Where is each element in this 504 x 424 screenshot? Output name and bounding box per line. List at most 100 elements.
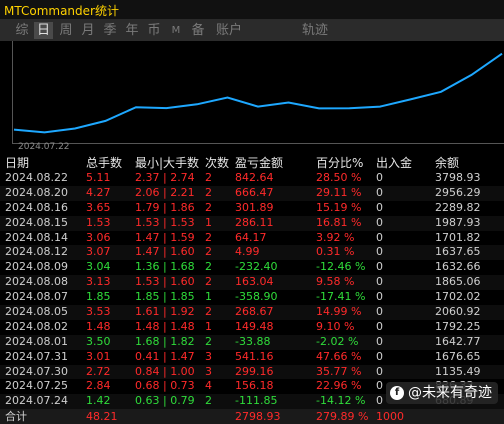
header-deposit-withdraw[interactable]: 出入金	[376, 155, 412, 171]
cell-pnl: 666.47	[235, 185, 274, 199]
tab-summary[interactable]: 综	[13, 22, 31, 39]
cell-min-max-lots: 1.47 | 1.60	[135, 245, 195, 259]
cell-deposit-withdraw: 0	[376, 185, 383, 199]
cell-total-lots: 1.48	[86, 319, 111, 333]
tab-magic[interactable]: M	[168, 22, 184, 39]
cell-date: 2024.08.09	[5, 260, 68, 274]
cell-pnl: 299.16	[235, 364, 274, 378]
cell-pnl: 163.04	[235, 275, 274, 289]
chart-x-label: 2024.07.22	[18, 142, 70, 152]
cell-count: 2	[205, 275, 212, 289]
cell-percent: 15.19 %	[316, 200, 362, 214]
table-row[interactable]: 2024.08.09 3.04 1.36 | 1.68 2 -232.40 -12.46 …	[0, 260, 504, 276]
table-row[interactable]: 2024.08.20 4.27 2.06 | 2.21 2 666.47 29.11 % 0…	[0, 185, 504, 201]
balance-series-line	[13, 52, 503, 134]
cell-total-lots: 2.72	[86, 364, 111, 378]
cell-percent: 22.96 %	[316, 379, 362, 393]
tab-note[interactable]: 备	[189, 22, 207, 39]
cell-percent: 14.99 %	[316, 305, 362, 319]
cell-pnl: -358.90	[235, 290, 278, 304]
table-row[interactable]: 2024.08.22 5.11 2.37 | 2.74 2 842.64 28.50 % 0…	[0, 171, 504, 186]
cell-percent: 16.81 %	[316, 215, 362, 229]
tab-day[interactable]: 日	[34, 22, 53, 39]
cell-count: 1	[205, 319, 212, 333]
cell-percent: 9.10 %	[316, 319, 355, 333]
chart-plot	[13, 52, 503, 134]
cell-date: 2024.07.25	[5, 379, 68, 393]
cell-date: 2024.08.14	[5, 230, 68, 244]
table-row[interactable]: 2024.08.16 3.65 1.79 | 1.86 2 301.89 15.19 % 0…	[0, 200, 504, 216]
tab-trajectory[interactable]: 轨迹	[300, 22, 330, 39]
cell-pnl: 64.17	[235, 230, 267, 244]
cell-min-max-lots: 0.68 | 0.73	[135, 379, 195, 393]
cell-date: 2024.08.16	[5, 200, 68, 214]
cell-count: 2	[205, 200, 212, 214]
cell-total-lots: 2.84	[86, 379, 111, 393]
table-row[interactable]: 2024.08.15 1.53 1.53 | 1.53 1 286.11 16.81 % 0…	[0, 215, 504, 231]
tab-currency[interactable]: 币	[145, 22, 163, 39]
cell-deposit-withdraw: 0	[376, 349, 383, 363]
cell-deposit-withdraw: 0	[376, 245, 383, 259]
cell-min-max-lots: 1.68 | 1.82	[135, 334, 195, 348]
title-bar: MTCommander统计	[0, 0, 504, 20]
cell-percent: 0.31 %	[316, 245, 355, 259]
cell-pnl: 286.11	[235, 215, 274, 229]
table-row[interactable]: 2024.07.30 2.72 0.84 | 1.00 3 299.16 35.77 % 0…	[0, 364, 504, 380]
table-row[interactable]: 2024.08.05 3.53 1.61 | 1.92 2 268.67 14.99 % 0…	[0, 305, 504, 320]
cell-deposit-withdraw: 0	[376, 215, 383, 229]
cell-min-max-lots: 1.85 | 1.85	[135, 290, 195, 304]
period-tabs: 综 日 周 月 季 年 币 M 备 账户 轨迹	[0, 20, 504, 41]
cell-percent: 9.58 %	[316, 275, 355, 289]
header-date[interactable]: 日期	[5, 155, 29, 171]
cell-count: 1	[205, 290, 212, 304]
cell-date: 2024.07.30	[5, 364, 68, 378]
cell-min-max-lots: 1.36 | 1.68	[135, 260, 195, 274]
cell-total-lots: 3.65	[86, 200, 111, 214]
totals-percent: 279.89 %	[316, 410, 369, 423]
cell-count: 2	[205, 305, 212, 319]
window-title: MTCommander统计	[4, 4, 119, 18]
header-count[interactable]: 次数	[205, 155, 229, 171]
cell-balance: 1632.66	[435, 260, 481, 274]
header-pnl[interactable]: 盈亏金额	[235, 155, 283, 171]
cell-percent: 47.66 %	[316, 349, 362, 363]
header-percent[interactable]: 百分比%	[316, 155, 363, 171]
tab-quarter[interactable]: 季	[101, 22, 119, 39]
table-row[interactable]: 2024.08.07 1.85 1.85 | 1.85 1 -358.90 -17.41 …	[0, 290, 504, 306]
cell-deposit-withdraw: 0	[376, 275, 383, 289]
table-row[interactable]: 2024.08.08 3.13 1.53 | 1.60 2 163.04 9.58 % 0 1…	[0, 275, 504, 291]
cell-min-max-lots: 1.53 | 1.60	[135, 275, 195, 289]
cell-total-lots: 3.07	[86, 245, 111, 259]
cell-total-lots: 1.85	[86, 290, 111, 304]
header-total-lots[interactable]: 总手数	[86, 155, 122, 171]
cell-total-lots: 3.53	[86, 305, 111, 319]
cell-pnl: 268.67	[235, 305, 274, 319]
cell-pnl: -232.40	[235, 260, 278, 274]
table-row[interactable]: 2024.07.31 3.01 0.41 | 1.47 3 541.16 47.66 % 0…	[0, 349, 504, 365]
cell-count: 2	[205, 171, 212, 184]
tab-week[interactable]: 周	[57, 22, 75, 39]
cell-balance: 1637.65	[435, 245, 481, 259]
cell-min-max-lots: 0.63 | 0.79	[135, 394, 195, 408]
tab-month[interactable]: 月	[79, 22, 97, 39]
cell-balance: 1676.65	[435, 349, 481, 363]
cell-pnl: 149.48	[235, 319, 274, 333]
tab-account[interactable]: 账户	[214, 22, 244, 39]
cell-deposit-withdraw: 0	[376, 305, 383, 319]
cell-total-lots: 3.13	[86, 275, 111, 289]
table-row[interactable]: 2024.08.14 3.06 1.47 | 1.59 2 64.17 3.92 % 0 17…	[0, 230, 504, 246]
table-row[interactable]: 2024.08.12 3.07 1.47 | 1.60 2 4.99 0.31 % 0 163…	[0, 245, 504, 261]
tab-year[interactable]: 年	[123, 22, 141, 39]
cell-percent: -17.41 %	[316, 290, 366, 304]
header-balance[interactable]: 余额	[435, 155, 459, 171]
watermark-text: @未来有奇迹	[408, 385, 492, 401]
table-row[interactable]: 2024.08.02 1.48 1.48 | 1.48 1 149.48 9.10 % 0 1…	[0, 319, 504, 335]
table-row[interactable]: 2024.08.01 3.50 1.68 | 1.82 2 -33.88 -2.02 % 0…	[0, 334, 504, 350]
header-min-max-lots[interactable]: 最小|大手数	[135, 155, 199, 171]
cell-count: 3	[205, 364, 212, 378]
cell-min-max-lots: 1.47 | 1.59	[135, 230, 195, 244]
cell-total-lots: 3.04	[86, 260, 111, 274]
cell-min-max-lots: 1.53 | 1.53	[135, 215, 195, 229]
cell-percent: 35.77 %	[316, 364, 362, 378]
watermark: f @未来有奇迹	[386, 382, 498, 404]
